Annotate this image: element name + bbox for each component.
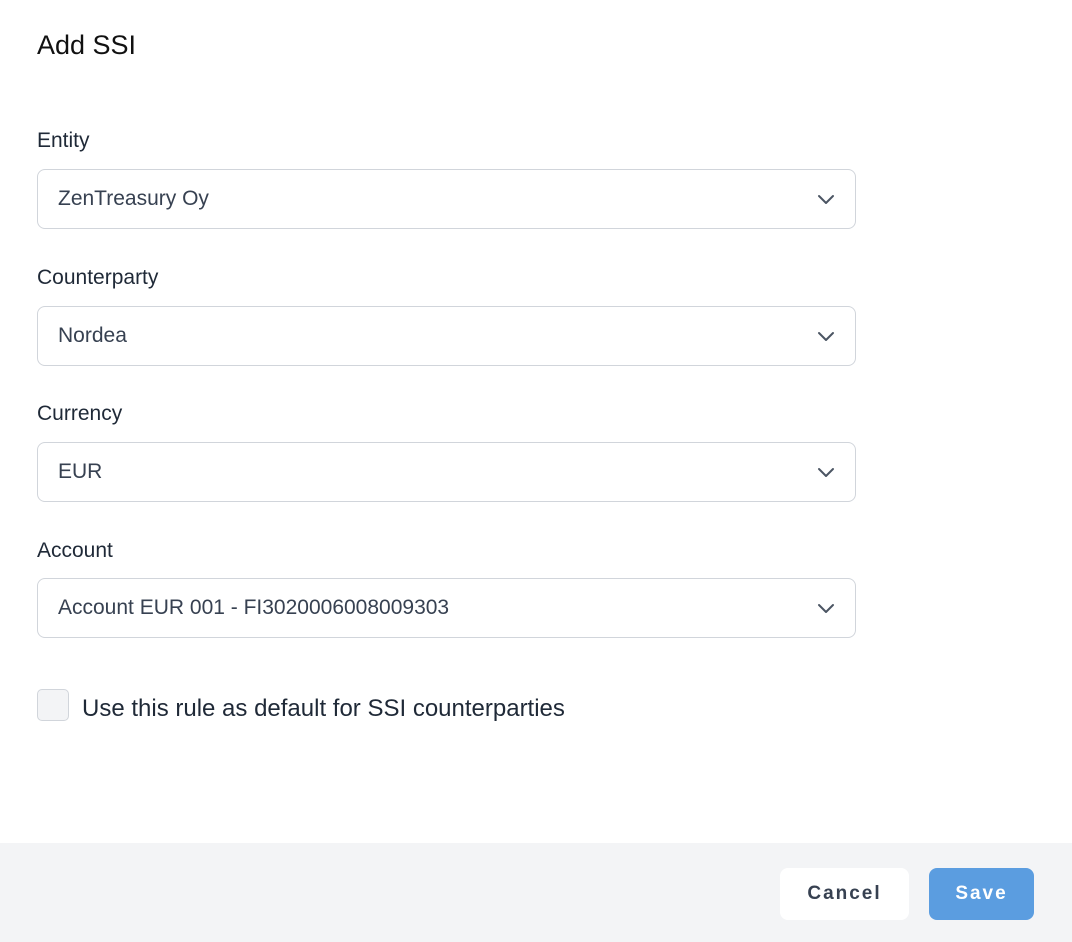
currency-select-value: EUR bbox=[58, 460, 103, 483]
default-rule-checkbox[interactable] bbox=[37, 689, 69, 721]
dialog-footer: Cancel Save bbox=[0, 843, 1072, 942]
entity-select-value: ZenTreasury Oy bbox=[58, 187, 209, 210]
account-label: Account bbox=[37, 539, 113, 562]
add-ssi-dialog: Add SSI Entity ZenTreasury Oy Counterpar… bbox=[0, 0, 1072, 942]
default-rule-label[interactable]: Use this rule as default for SSI counter… bbox=[82, 694, 565, 724]
entity-select[interactable]: ZenTreasury Oy bbox=[37, 169, 856, 229]
dialog-title: Add SSI bbox=[37, 30, 137, 60]
counterparty-select[interactable]: Nordea bbox=[37, 306, 856, 366]
entity-label: Entity bbox=[37, 129, 90, 152]
save-button[interactable]: Save bbox=[929, 868, 1034, 920]
account-select[interactable]: Account EUR 001 - FI3020006008009303 bbox=[37, 578, 856, 638]
cancel-button[interactable]: Cancel bbox=[780, 868, 909, 920]
currency-label: Currency bbox=[37, 402, 123, 425]
currency-select[interactable]: EUR bbox=[37, 442, 856, 502]
account-select-value: Account EUR 001 - FI3020006008009303 bbox=[58, 596, 450, 619]
counterparty-label: Counterparty bbox=[37, 266, 159, 289]
counterparty-select-value: Nordea bbox=[58, 324, 127, 347]
chevron-down-icon bbox=[818, 195, 834, 204]
chevron-down-icon bbox=[818, 468, 834, 477]
chevron-down-icon bbox=[818, 332, 834, 341]
chevron-down-icon bbox=[818, 604, 834, 613]
